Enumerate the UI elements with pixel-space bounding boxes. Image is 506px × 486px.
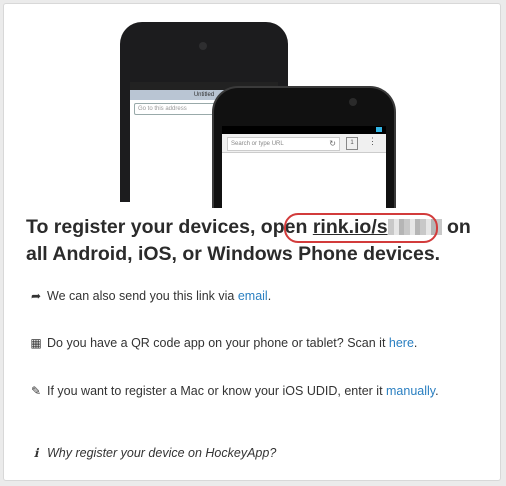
share-icon: ➦ [30, 289, 42, 303]
tabs-icon: 1 [346, 137, 358, 150]
qrcode-icon: ▦ [30, 336, 42, 350]
edit-icon: ✎ [30, 384, 42, 398]
info-icon: ℹ [33, 446, 39, 460]
headline-prefix: To register your devices, open [26, 216, 313, 238]
manual-option: ✎ If you want to register a Mac or know y… [30, 384, 439, 398]
android-phone-image: Search or type URL ↻ 1 ⋮ [212, 86, 396, 208]
link-highlight-annotation [284, 213, 438, 243]
qr-option: ▦ Do you have a QR code app on your phone… [30, 336, 418, 350]
phones-illustration: Untitled Go to this address Search or ty… [114, 4, 404, 208]
email-option: ➦ We can also send you this link via emai… [30, 289, 272, 303]
why-register-info[interactable]: ℹ Why register your device on HockeyApp? [29, 446, 277, 460]
android-url-bar: Search or type URL ↻ [227, 137, 340, 151]
manually-link[interactable]: manually [386, 384, 435, 398]
reload-icon: ↻ [329, 139, 336, 148]
menu-icon: ⋮ [368, 136, 377, 146]
email-link[interactable]: email [238, 289, 268, 303]
register-card: Untitled Go to this address Search or ty… [3, 3, 501, 481]
android-url-placeholder: Search or type URL [231, 141, 284, 147]
qr-here-link[interactable]: here [389, 336, 414, 350]
